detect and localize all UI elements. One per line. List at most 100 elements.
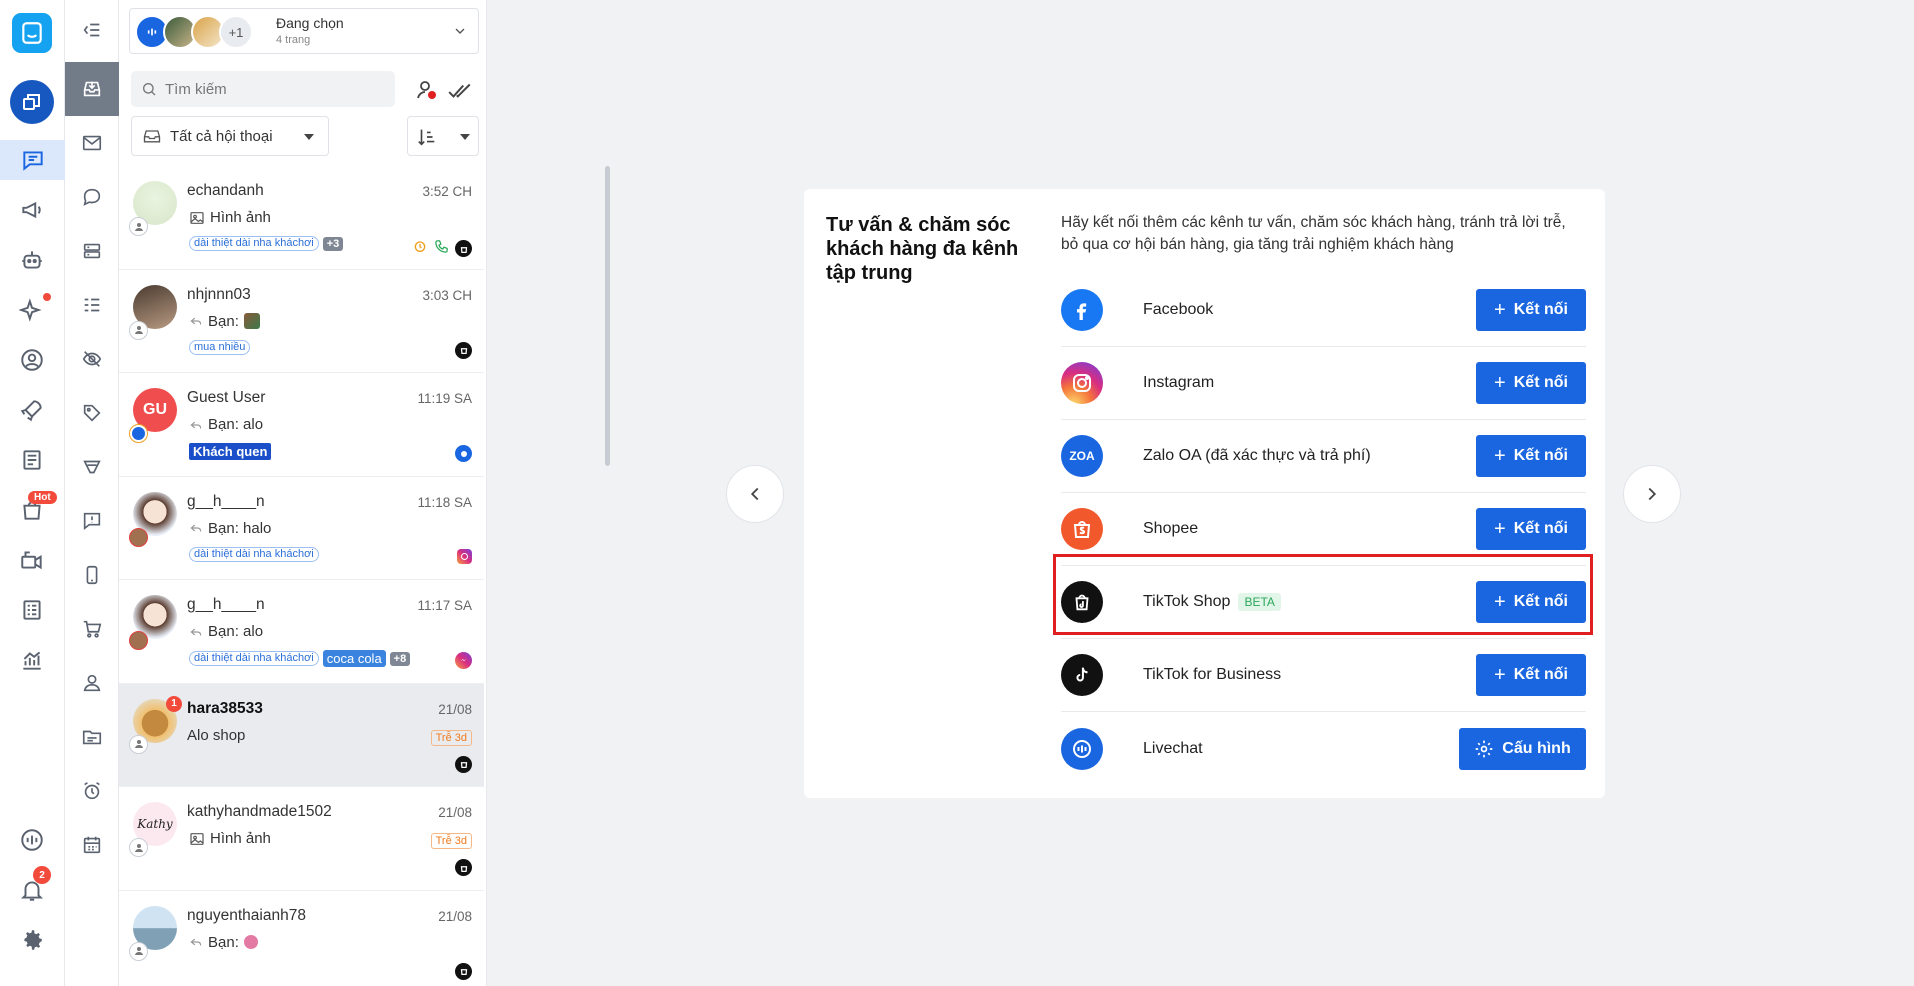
report-icon[interactable] [12,590,52,630]
search-input[interactable] [165,80,365,98]
secondary-sidebar [65,0,119,986]
page-selector[interactable]: +1 Đang chọn 4 trang [129,8,479,54]
contact-name: g__h____n [187,492,265,510]
sticker-thumbnail [243,313,260,329]
eye-off-icon[interactable] [77,344,107,374]
channel-icons [455,652,472,669]
contact-name: hara38533 [187,699,263,717]
video-icon[interactable] [12,540,52,580]
conversation-item[interactable]: nguyenthaianh78 21/08 Bạn: [119,891,484,986]
previous-slide-button[interactable] [726,465,784,523]
list-icon[interactable] [77,290,107,320]
tag-list: mua nhiều [189,339,251,355]
rocket-icon[interactable] [12,390,52,430]
channel-badge-icon [129,527,148,547]
sort-dropdown[interactable] [407,116,479,156]
mark-all-read-icon[interactable] [447,78,475,104]
tag-icon[interactable] [77,398,107,428]
channel-icons [455,962,472,980]
channel-name: TikTok for Business [1143,666,1282,683]
collapse-menu-icon[interactable] [77,15,107,45]
last-message-text: Bạn: alo [208,416,264,433]
contact-name: g__h____n [187,596,265,613]
facebook-icon [1061,289,1103,331]
customer-icon[interactable] [77,668,107,698]
calendar-icon[interactable] [77,830,107,860]
configure-livechat-button[interactable]: Cấu hình [1459,727,1586,770]
conversation-filter-dropdown[interactable]: Tất cả hội thoại [131,116,329,156]
sticker-thumbnail [243,935,258,949]
chat-icon[interactable] [0,140,65,180]
list-scrollbar[interactable] [605,166,610,466]
connect-instagram-button[interactable]: + Kết nối [1476,362,1586,404]
contact-name: nhjnnn03 [187,285,251,303]
connect-facebook-button[interactable]: + Kết nối [1476,289,1586,331]
inbox-icon[interactable] [65,62,119,116]
tag-list: dài thiệt dài nha kháchơi coca cola +8 [189,650,411,667]
user-circle-icon[interactable] [12,340,52,380]
conversation-item[interactable]: echandanh 3:52 CH Hình ảnh dài thiệt dài… [119,166,484,270]
conversation-item[interactable]: nhjnnn03 3:03 CH Bạn: mua nhiều [119,270,484,373]
tag: mua nhiều [189,339,251,355]
tag: dài thiệt dài nha kháchơi [189,651,319,666]
livechat-channel-icon [455,445,472,462]
hot-badge: Hot [28,491,57,504]
contact-name: nguyenthaianh78 [187,906,306,924]
conversation-item[interactable]: Kathy kathyhandmade1502 21/08 Hình ảnh T… [119,787,484,891]
settings-gear-icon[interactable] [12,920,52,960]
more-tags-badge: +3 [322,236,344,251]
message-time: 21/08 [438,805,472,820]
analytics-icon[interactable] [12,640,52,680]
contact-name: Guest User [187,389,266,406]
last-message-text: Bạn: [208,312,239,330]
tag: dài thiệt dài nha kháchơi [189,546,319,562]
phone-icon[interactable] [77,560,107,590]
message-time: 3:52 CH [422,184,472,199]
livechat-icon[interactable] [12,820,52,860]
cart-icon[interactable] [77,614,107,644]
last-message: Alo shop [187,727,245,744]
livechat-icon [1061,727,1103,770]
conversation-item[interactable]: GU Guest User 11:19 SA Bạn: alo Khách qu… [119,373,484,477]
conversation-item-selected[interactable]: 1 hara38533 21/08 Alo shop Trễ 3d [119,683,484,787]
server-icon[interactable] [77,236,107,266]
page-selector-subtitle: 4 trang [276,34,311,46]
assign-user-icon[interactable] [415,78,441,104]
folder-icon[interactable] [77,722,107,752]
megaphone-icon[interactable] [12,190,52,230]
connect-shopee-button[interactable]: + Kết nối [1476,508,1586,550]
report-chat-icon[interactable] [77,506,107,536]
last-message-text: Bạn: halo [208,519,272,537]
channel-icons [455,755,472,773]
connect-zalo-oa-button[interactable]: + Kết nối [1476,435,1586,477]
last-message: Bạn: alo [189,623,263,640]
reply-icon [190,421,202,429]
search-icon [143,83,156,96]
mail-icon[interactable] [77,128,107,158]
bot-icon[interactable] [12,240,52,280]
alarm-clock-icon [412,238,428,259]
conversation-item[interactable]: g__h____n 11:18 SA Bạn: halo dài thiệt d… [119,477,484,580]
filter-funnel-icon[interactable] [77,452,107,482]
app-logo[interactable] [12,13,52,53]
primary-sidebar: Hot 2 [0,0,65,986]
alarm-icon[interactable] [77,776,107,806]
news-icon[interactable] [12,440,52,480]
next-slide-button[interactable] [1623,465,1681,523]
shopee-icon [1061,508,1103,550]
page-avatar-stack: +1 [135,15,253,49]
contact-name: echandanh [187,182,264,199]
channel-icons [457,548,472,564]
chevron-right-icon [1648,487,1657,501]
conversation-item[interactable]: g__h____n 11:17 SA Bạn: alo dài thiệt dà… [119,580,484,684]
workspace-switch-button[interactable] [10,80,54,124]
connect-tiktok-business-button[interactable]: + Kết nối [1476,654,1586,696]
channel-list: Facebook + Kết nối Instagram + Kết nối ZOA… [1061,274,1586,785]
comment-icon[interactable] [77,182,107,212]
sort-icon [418,129,435,146]
filter-label: Tất cả hội thoại [170,127,273,145]
last-message-text: Hình ảnh [210,209,271,226]
channel-name: Shopee [1143,520,1199,537]
message-time: 21/08 [438,701,472,717]
last-message: Hình ảnh [189,830,271,847]
